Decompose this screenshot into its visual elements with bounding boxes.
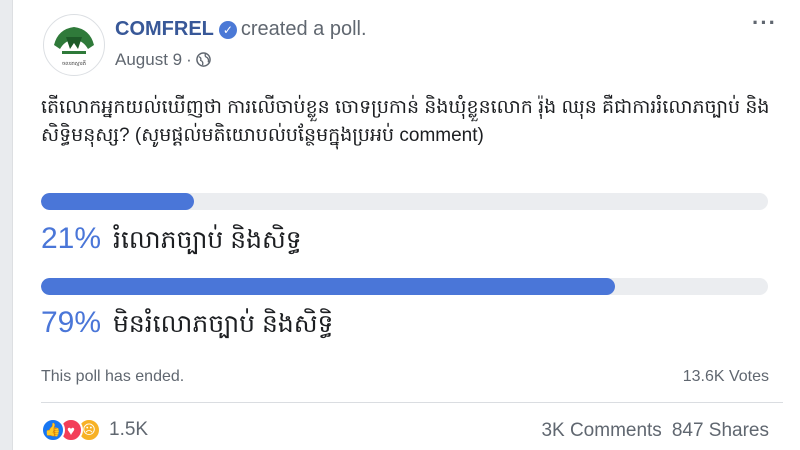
meta-separator: · [186,50,192,69]
poll-option-1-label: រំលោភច្បាប់ និងសិទ្ធ [113,226,302,254]
verified-badge-icon: ✓ [218,21,237,39]
comfrel-logo-icon: ចលនាស្មារតី [45,16,103,74]
logo-text: ចលនាស្មារតី [62,60,86,67]
post-date-link[interactable]: August 9 [115,50,182,69]
poll-option-1[interactable]: 21% រំលោភច្បាប់ និងសិទ្ធ [41,222,302,261]
poll-question: តើលោកអ្នកយល់ឃើញថា ការលើចាប់ខ្លួន ចោទប្រក… [41,97,770,146]
shares-count-link[interactable]: 847 Shares [672,420,769,441]
globe-icon[interactable] [195,52,211,67]
reaction-count: 1.5K [109,419,149,440]
post-meta: August 9 · [115,50,211,70]
like-reaction-icon: 👍 [41,418,65,442]
post-card: ចលនាស្មារតី COMFREL ✓ created a poll. Augu… [12,0,800,450]
poll-option-1-percent: 21% [41,222,102,255]
post-action-text: created a poll. [240,18,367,40]
comments-count-link[interactable]: 3K Comments [541,420,661,441]
post-header-line: COMFREL ✓ created a poll. [115,18,367,41]
poll-option-1-bar [41,193,768,210]
more-options-button[interactable]: ··· [752,10,777,36]
footer-divider [41,402,783,403]
poll-option-2-fill [41,278,616,295]
poll-option-2[interactable]: 79% មិនរំលោភច្បាប់ និងសិទ្ធិ [41,306,333,345]
page-avatar[interactable]: ចលនាស្មារតី [43,14,105,76]
poll-option-2-bar [41,278,768,295]
reactions-summary[interactable]: 👍 ♥ ☹ 1.5K [41,418,148,442]
engagement-stats: 3K Comments 847 Shares [541,420,769,442]
poll-option-1-fill [41,193,194,210]
poll-status-text: This poll has ended. [41,368,185,385]
poll-votes-count[interactable]: 13.6K Votes [683,368,769,386]
page-name-link[interactable]: COMFREL [115,18,214,40]
poll-option-2-percent: 79% [41,306,102,339]
poll-option-2-label: មិនរំលោភច្បាប់ និងសិទ្ធិ [113,310,334,338]
